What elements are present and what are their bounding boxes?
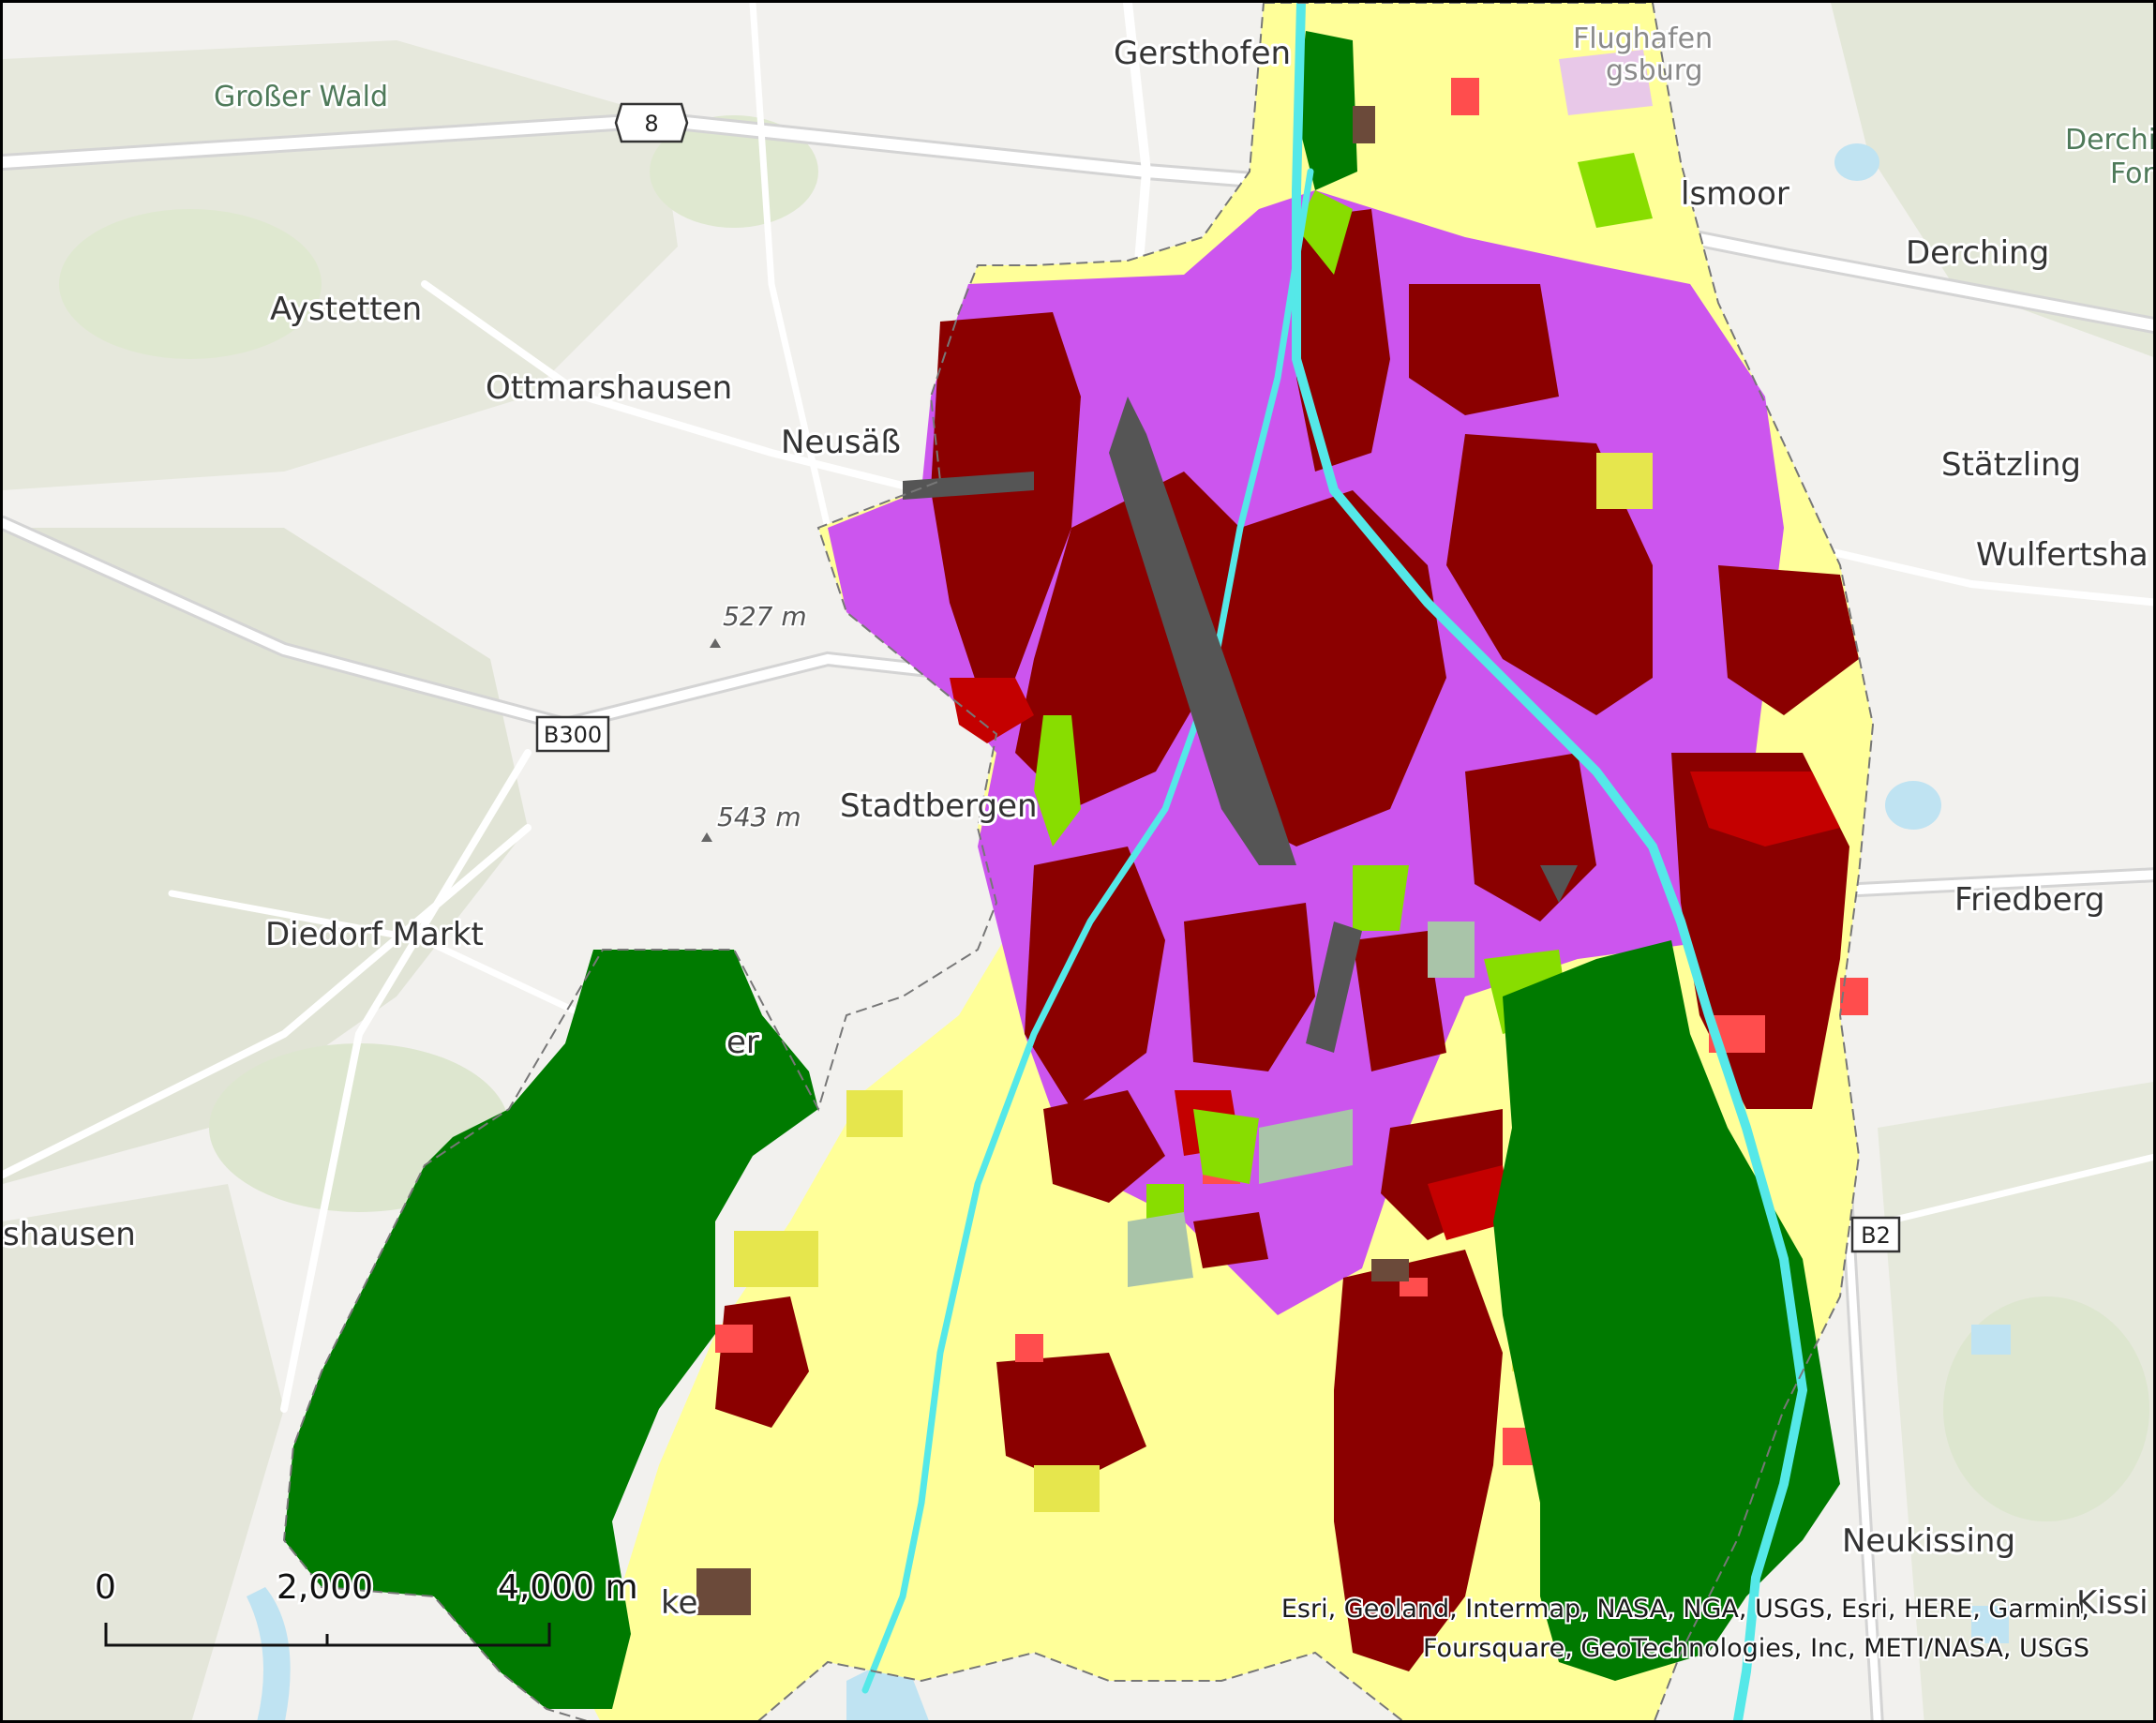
label-wulfertshausen: Wulfertsha bbox=[1976, 536, 2149, 574]
label-partial-er: er bbox=[726, 1024, 759, 1061]
svg-text:543 m: 543 m bbox=[717, 802, 801, 832]
attribution-line-1: Esri, Geoland, Intermap, NASA, NGA, USGS… bbox=[1281, 1595, 2089, 1624]
scale-label-4000: 4,000 m bbox=[498, 1568, 638, 1607]
svg-text:B2: B2 bbox=[1861, 1222, 1891, 1249]
road-shield-b2: B2 bbox=[1850, 1216, 1901, 1253]
label-neusass: Neusäß bbox=[781, 424, 901, 461]
label-staetzling: Stätzling bbox=[1941, 446, 2081, 484]
road-shield-b300: B300 bbox=[535, 715, 610, 753]
label-stadtbergen: Stadtbergen bbox=[840, 787, 1038, 825]
map-frame: Gersthofen Flughafen gsburg Großer Wald … bbox=[0, 0, 2156, 1723]
label-flughafen-1: Flughafen bbox=[1573, 22, 1713, 55]
svg-text:527 m: 527 m bbox=[723, 601, 807, 632]
label-grosser-wald: Großer Wald bbox=[214, 81, 388, 113]
road-shield-8: 8 bbox=[614, 102, 689, 143]
label-gersthofen: Gersthofen bbox=[1114, 35, 1291, 72]
label-partial-ke: ke bbox=[661, 1584, 697, 1622]
label-lsmoor: lsmoor bbox=[1681, 175, 1789, 213]
scale-label-2000: 2,000 bbox=[277, 1568, 373, 1607]
label-derching-forst-2: Fors bbox=[2110, 157, 2156, 190]
svg-text:B300: B300 bbox=[544, 722, 602, 748]
label-neukissing: Neukissing bbox=[1842, 1522, 2015, 1560]
attribution-line-2: Foursquare, GeoTechnologies, Inc, METI/N… bbox=[1423, 1634, 2089, 1663]
label-hausen: shausen bbox=[3, 1216, 136, 1253]
scale-label-0: 0 bbox=[95, 1568, 116, 1607]
label-derching: Derching bbox=[1906, 234, 2049, 272]
svg-text:8: 8 bbox=[644, 111, 658, 137]
label-ottmarshausen: Ottmarshausen bbox=[486, 369, 732, 407]
map-canvas[interactable]: Gersthofen Flughafen gsburg Großer Wald … bbox=[3, 3, 2156, 1723]
label-friedberg: Friedberg bbox=[1954, 881, 2104, 919]
label-derching-forst-1: Derchi bbox=[2065, 124, 2156, 157]
label-diedorf: Diedorf Markt bbox=[265, 916, 484, 953]
label-aystetten: Aystetten bbox=[270, 291, 422, 328]
label-flughafen-2: gsburg bbox=[1606, 54, 1703, 87]
